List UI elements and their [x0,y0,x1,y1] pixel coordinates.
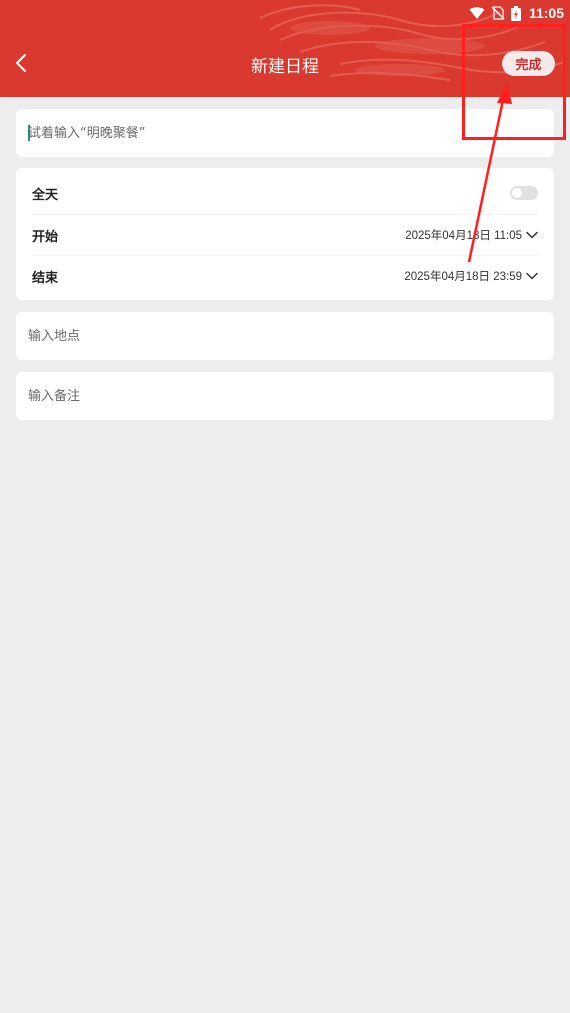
chevron-left-icon [16,54,26,72]
allday-toggle[interactable] [510,186,538,200]
status-time: 11:05 [528,5,564,21]
end-time-row[interactable]: 结束 2025年04月18日 23:59 [32,255,538,296]
note-input[interactable] [28,372,528,420]
title-input[interactable] [28,109,528,157]
end-datetime: 2025年04月18日 23:59 [404,271,522,283]
location-input[interactable] [28,312,528,360]
text-cursor [28,125,30,141]
battery-charging-icon [510,5,521,21]
note-card [16,372,554,420]
back-button[interactable] [8,48,34,78]
start-time-row[interactable]: 开始 2025年04月18日 11:05 [32,214,538,255]
start-datetime: 2025年04月18日 11:05 [405,230,522,242]
no-sim-icon [491,6,505,20]
end-value-group: 2025年04月18日 23:59 [404,268,538,284]
chevron-down-icon [526,272,538,280]
title-card [16,109,554,157]
toggle-knob [512,188,522,198]
chevron-down-icon [526,231,538,239]
allday-row[interactable]: 全天 [32,173,538,213]
start-value-group: 2025年04月18日 11:05 [405,227,538,243]
start-label: 开始 [32,229,59,245]
status-bar: 11:05 [469,2,564,24]
time-card: 全天 开始 2025年04月18日 11:05 结束 2025年04月18日 2… [16,168,554,300]
header-bar: 11:05 新建日程 完成 [0,0,570,97]
end-label: 结束 [32,270,59,286]
done-button[interactable]: 完成 [502,51,555,76]
wifi-icon [469,7,485,19]
location-card [16,312,554,360]
allday-label: 全天 [32,187,59,203]
